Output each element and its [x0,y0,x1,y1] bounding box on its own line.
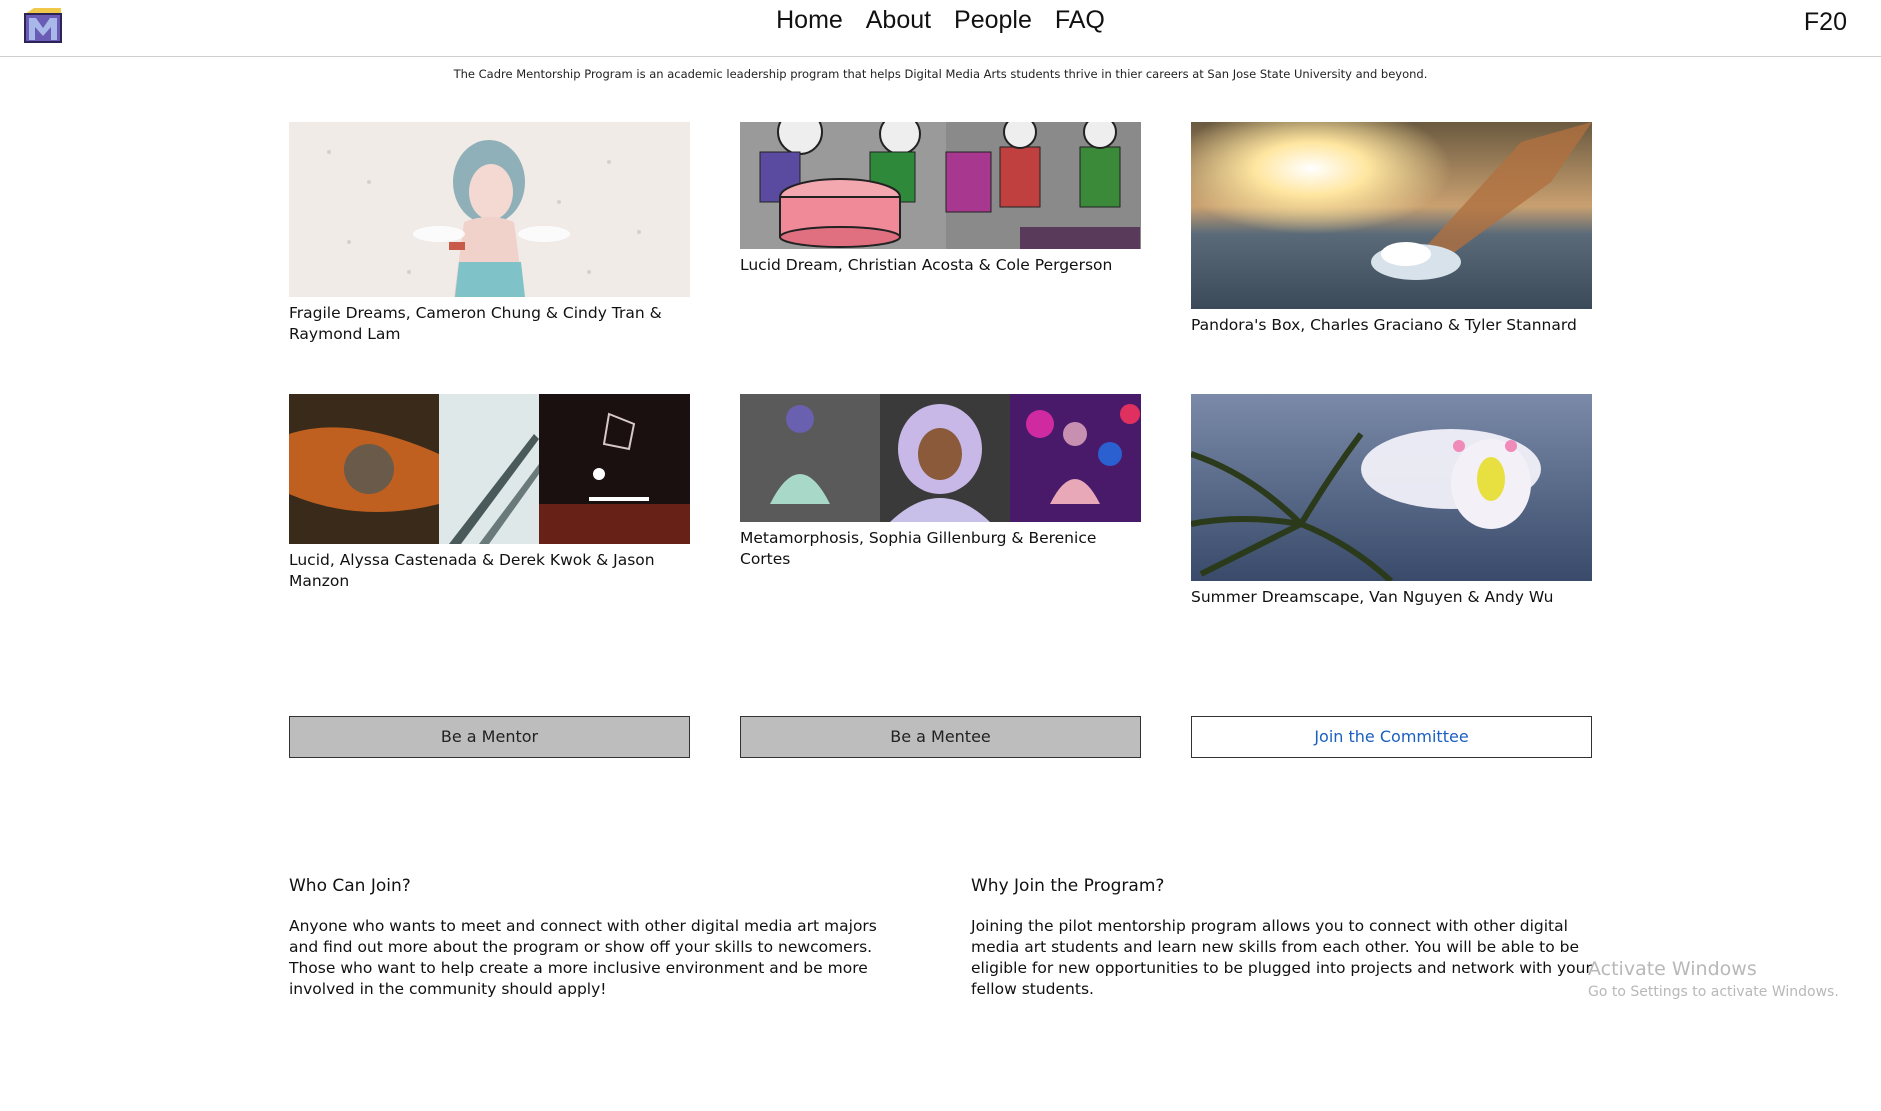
project-thumbnail-fragile-dreams[interactable] [289,122,690,297]
project-thumbnail-metamorphosis[interactable] [740,394,1141,522]
nav-about-link[interactable]: About [866,6,931,34]
project-thumbnail-pandoras-box[interactable] [1191,122,1592,309]
be-a-mentor-button[interactable]: Be a Mentor [289,716,690,758]
project-thumbnail-lucid-dream[interactable] [740,122,1141,249]
nav-people-link[interactable]: People [954,6,1032,34]
why-join-section: Why Join the Program? Joining the pilot … [971,876,1596,1000]
program-tagline: The Cadre Mentorship Program is an acade… [453,67,1428,81]
project-card[interactable]: Summer Dreamscape, Van Nguyen & Andy Wu [1191,394,1592,608]
top-nav-bar: Home About People FAQ F20 [0,0,1881,57]
watermark-title: Activate Windows [1588,958,1757,980]
project-card[interactable]: Lucid, Alyssa Castenada & Derek Kwok & J… [289,394,690,592]
activate-windows-watermark: Activate Windows Go to Settings to activ… [1588,958,1839,1000]
project-card[interactable]: Fragile Dreams, Cameron Chung & Cindy Tr… [289,122,690,345]
who-can-join-heading: Who Can Join? [289,876,411,896]
project-caption: Fragile Dreams, Cameron Chung & Cindy Tr… [289,304,662,343]
nav-faq-link[interactable]: FAQ [1055,6,1105,34]
join-committee-button[interactable]: Join the Committee [1191,716,1592,758]
why-join-heading: Why Join the Program? [971,876,1165,896]
project-card[interactable]: Pandora's Box, Charles Graciano & Tyler … [1191,122,1592,336]
project-thumbnail-summer-dreamscape[interactable] [1191,394,1592,581]
nav-home-link[interactable]: Home [776,6,843,34]
project-caption: Lucid Dream, Christian Acosta & Cole Per… [740,256,1113,274]
project-caption: Lucid, Alyssa Castenada & Derek Kwok & J… [289,551,655,590]
project-caption: Summer Dreamscape, Van Nguyen & Andy Wu [1191,588,1554,606]
watermark-subtitle: Go to Settings to activate Windows. [1588,984,1839,1000]
project-card[interactable]: Metamorphosis, Sophia Gillenburg & Beren… [740,394,1141,570]
who-can-join-section: Who Can Join? Anyone who wants to meet a… [289,876,909,1000]
why-join-text: Joining the pilot mentorship program all… [971,917,1592,998]
project-caption: Metamorphosis, Sophia Gillenburg & Beren… [740,529,1097,568]
project-thumbnail-lucid[interactable] [289,394,690,544]
project-caption: Pandora's Box, Charles Graciano & Tyler … [1191,316,1577,334]
be-a-mentee-button[interactable]: Be a Mentee [740,716,1141,758]
main-nav: Home About People FAQ [0,6,1881,35]
project-card[interactable]: Lucid Dream, Christian Acosta & Cole Per… [740,122,1141,276]
who-can-join-text: Anyone who wants to meet and connect wit… [289,917,877,998]
term-label[interactable]: F20 [1804,8,1847,37]
